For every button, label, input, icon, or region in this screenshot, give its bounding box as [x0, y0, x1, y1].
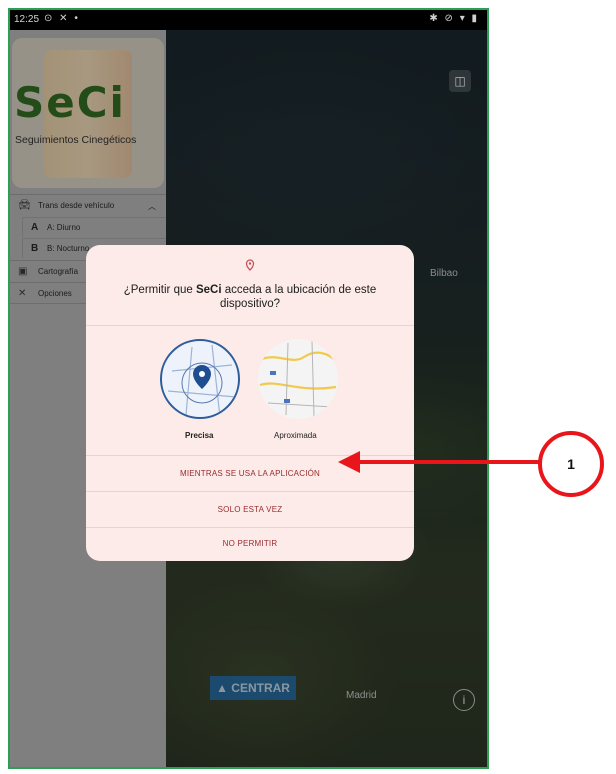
approximate-label: Aproximada — [274, 431, 317, 440]
annotation-arrow — [350, 460, 545, 464]
location-permission-dialog: ¿Permitir que SeCi acceda a la ubicación… — [86, 245, 414, 561]
dialog-title: ¿Permitir que SeCi acceda a la ubicación… — [123, 284, 377, 310]
only-this-time-button[interactable]: SOLO ESTA VEZ — [86, 493, 414, 527]
approximate-location-option[interactable] — [258, 339, 338, 419]
precise-location-option[interactable] — [160, 339, 240, 419]
device-frame: 12:25 ⊙ ✕ • ✱ ⊘ ▾ ▮ Bilbao Madrid ◫ ▲ CE… — [8, 8, 489, 769]
annotation-arrow-head — [338, 451, 360, 473]
precise-label: Precisa — [185, 431, 214, 440]
location-pin-icon — [244, 259, 256, 271]
annotation-callout: 1 — [538, 431, 604, 497]
callout-number: 1 — [567, 456, 575, 472]
deny-button[interactable]: NO PERMITIR — [86, 527, 414, 561]
